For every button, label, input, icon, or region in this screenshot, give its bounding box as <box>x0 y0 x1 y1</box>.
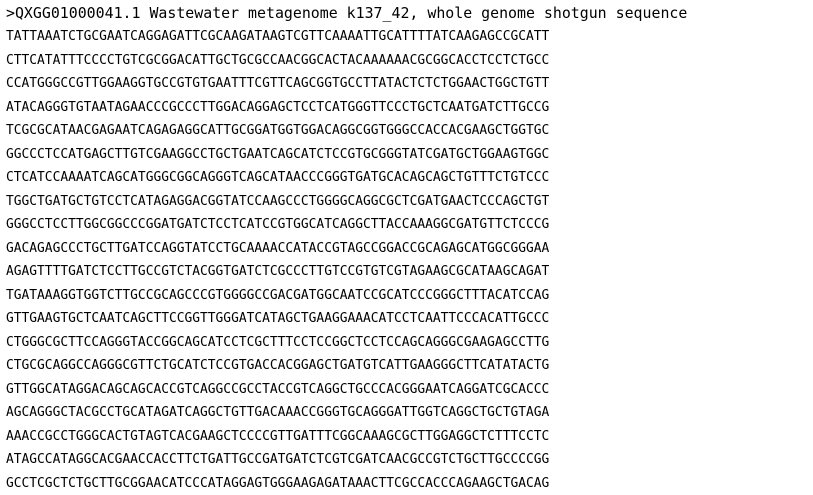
sequence-block: TATTAAATCTGCGAATCAGGAGATTCGCAAGATAAGTCGT… <box>6 25 813 495</box>
sequence-line: CTCATCCAAAATCAGCATGGGCGGCAGGGTCAGCATAACC… <box>6 166 813 190</box>
fasta-viewer: >QXGG01000041.1 Wastewater metagenome k1… <box>0 0 813 495</box>
sequence-line: AGAGTTTTGATCTCCTTGCCGTCTACGGTGATCTCGCCCT… <box>6 260 813 284</box>
sequence-line: CTTCATATTTCCCCTGTCGCGGACATTGCTGCGCCAACGG… <box>6 49 813 73</box>
sequence-line: TGGCTGATGCTGTCCTCATAGAGGACGGTATCCAAGCCCT… <box>6 190 813 214</box>
sequence-line: GTTGAAGTGCTCAATCAGCTTCCGGTTGGGATCATAGCTG… <box>6 307 813 331</box>
sequence-line: ATAGCCATAGGCACGAACCACCTTCTGATTGCCGATGATC… <box>6 448 813 472</box>
sequence-line: GCCTCGCTCTGCTTGCGGAACATCCCATAGGAGTGGGAAG… <box>6 472 813 495</box>
sequence-line: CCATGGGCCGTTGGAAGGTGCCGTGTGAATTTCGTTCAGC… <box>6 72 813 96</box>
sequence-line: GACAGAGCCCTGCTTGATCCAGGTATCCTGCAAAACCATA… <box>6 237 813 261</box>
sequence-line: CTGGGCGCTTCCAGGGTACCGGCAGCATCCTCGCTTTCCT… <box>6 331 813 355</box>
sequence-line: GGCCCTCCATGAGCTTGTCGAAGGCCTGCTGAATCAGCAT… <box>6 143 813 167</box>
sequence-line: AGCAGGGCTACGCCTGCATAGATCAGGCTGTTGACAAACC… <box>6 401 813 425</box>
sequence-line: TATTAAATCTGCGAATCAGGAGATTCGCAAGATAAGTCGT… <box>6 25 813 49</box>
sequence-line: TGATAAAGGTGGTCTTGCCGCAGCCCGTGGGGCCGACGAT… <box>6 284 813 308</box>
sequence-line: ATACAGGGTGTAATAGAACCCGCCCTTGGACAGGAGCTCC… <box>6 96 813 120</box>
sequence-line: GGGCCTCCTTGGCGGCCCGGATGATCTCCTCATCCGTGGC… <box>6 213 813 237</box>
sequence-line: TCGCGCATAACGAGAATCAGAGAGGCATTGCGGATGGTGG… <box>6 119 813 143</box>
sequence-header: >QXGG01000041.1 Wastewater metagenome k1… <box>6 5 813 21</box>
sequence-line: GTTGGCATAGGACAGCAGCACCGTCAGGCCGCCTACCGTC… <box>6 378 813 402</box>
sequence-line: AAACCGCCTGGGCACTGTAGTCACGAAGCTCCCCGTTGAT… <box>6 425 813 449</box>
sequence-line: CTGCGCAGGCCAGGGCGTTCTGCATCTCCGTGACCACGGA… <box>6 354 813 378</box>
